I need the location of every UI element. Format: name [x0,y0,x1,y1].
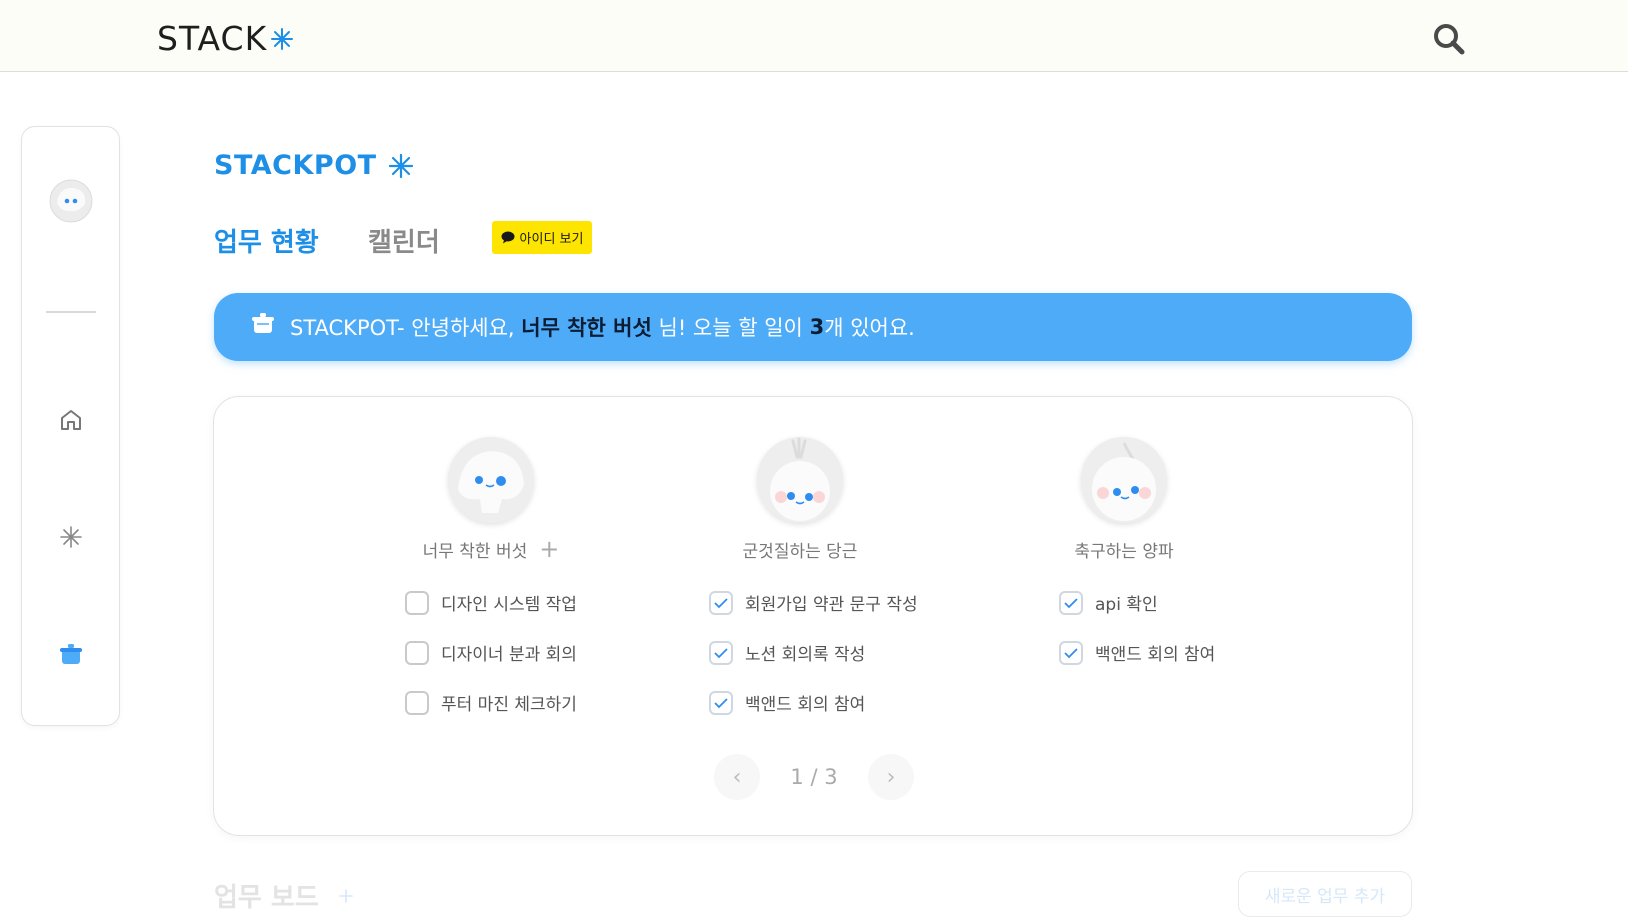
asterisk-icon [338,888,353,903]
todo-item: 노션 회의록 작성 [709,640,865,665]
member-name: 축구하는 양파 [1074,542,1174,562]
mushroom-avatar-icon [49,179,93,223]
banner-prefix: STACKPOT- 안녕하세요, [290,316,515,340]
home-icon [61,410,81,430]
logo-text: STACK [157,19,268,58]
check-icon [714,697,728,708]
banner-mid: 님! 오늘 할 일이 [658,316,803,340]
todo-text: api 확인 [1095,595,1158,615]
banner-count: 3 [809,315,825,339]
member-carrot: 군것질하는 당근 [700,437,900,562]
banner-suffix: 개 있어요. [824,316,915,340]
profile-avatar[interactable] [49,179,93,223]
todo-item: 디자인 시스템 작업 [405,590,577,615]
member-mushroom: 너무 착한 버섯 + [391,437,591,562]
mushroom-avatar-icon [448,437,534,523]
pagination: ‹ 1 / 3 › [714,752,914,802]
todo-item: 디자이너 분과 회의 [405,640,577,665]
nav-pot[interactable] [56,639,86,669]
check-icon [714,597,728,608]
todo-checkbox-checked[interactable] [709,690,733,715]
pot-icon [252,313,274,333]
carrot-avatar-icon [757,437,843,523]
member-name: 너무 착한 버섯 [422,542,528,562]
rail-divider [46,311,96,313]
todo-text: 디자이너 분과 회의 [441,645,577,665]
banner-user-name: 너무 착한 버섯 [521,316,652,340]
todo-item: 백앤드 회의 참여 [1059,640,1215,665]
todo-checkbox[interactable] [405,640,429,665]
todo-checkbox-checked[interactable] [1059,590,1083,615]
todo-checkbox-checked[interactable] [1059,640,1083,665]
todo-item: api 확인 [1059,590,1158,615]
avatar[interactable] [448,437,534,523]
todo-card: 너무 착한 버섯 + 군것질하는 당근 축구하는 양파 디자인 시스템 작업 디… [213,396,1413,836]
nav-asterisk[interactable] [56,522,86,552]
check-icon [714,647,728,658]
avatar[interactable] [1081,437,1167,523]
asterisk-icon [60,526,82,548]
todo-checkbox[interactable] [405,590,429,615]
check-icon [1064,597,1078,608]
member-name: 군것질하는 당근 [742,542,858,562]
todo-text: 백앤드 회의 참여 [745,695,866,715]
asterisk-icon [388,153,413,178]
pot-icon [60,644,82,664]
add-todo-button[interactable]: + [539,537,559,561]
onion-avatar-icon [1081,437,1167,523]
top-bar: STACK [0,0,1628,72]
tab-calendar[interactable]: 캘린더 [368,222,440,259]
tab-status[interactable]: 업무 현황 [214,222,319,259]
chevron-right-icon: › [886,764,896,790]
avatar[interactable] [757,437,843,523]
chevron-left-icon: ‹ [732,764,742,790]
todo-item: 백앤드 회의 참여 [709,690,865,715]
todo-text: 노션 회의록 작성 [745,645,866,665]
todo-checkbox-checked[interactable] [709,640,733,665]
todo-text: 디자인 시스템 작업 [441,595,577,615]
todo-text: 백앤드 회의 참여 [1095,645,1216,665]
todo-text: 회원가입 약관 문구 작성 [745,595,918,615]
next-page-button[interactable]: › [868,754,914,800]
greeting-banner: STACKPOT- 안녕하세요, 너무 착한 버섯 님! 오늘 할 일이 3개 … [214,293,1412,361]
search-button[interactable] [1432,22,1466,56]
prev-page-button[interactable]: ‹ [714,754,760,800]
chat-bubble-icon [501,231,515,244]
page-indicator: 1 / 3 [790,765,838,789]
board-title-text: 업무 보드 [214,883,319,913]
todo-checkbox-checked[interactable] [709,590,733,615]
side-navigation [21,126,120,726]
asterisk-icon [271,27,294,50]
todo-item: 회원가입 약관 문구 작성 [709,590,918,615]
logo[interactable]: STACK [157,19,294,58]
todo-text: 푸터 마진 체크하기 [441,695,577,715]
todo-checkbox[interactable] [405,690,429,715]
member-onion: 축구하는 양파 [1024,437,1224,562]
check-icon [1064,647,1078,658]
view-id-label: 아이디 보기 [519,232,584,247]
brand-title-text: STACKPOT [214,150,377,181]
add-task-button[interactable]: 새로운 업무 추가 [1238,871,1412,917]
search-icon [1434,24,1465,55]
board-title: 업무 보드 [214,877,353,914]
page-title: STACKPOT [214,150,413,181]
nav-home[interactable] [56,405,86,435]
todo-item: 푸터 마진 체크하기 [405,690,577,715]
view-id-button[interactable]: 아이디 보기 [492,221,592,254]
